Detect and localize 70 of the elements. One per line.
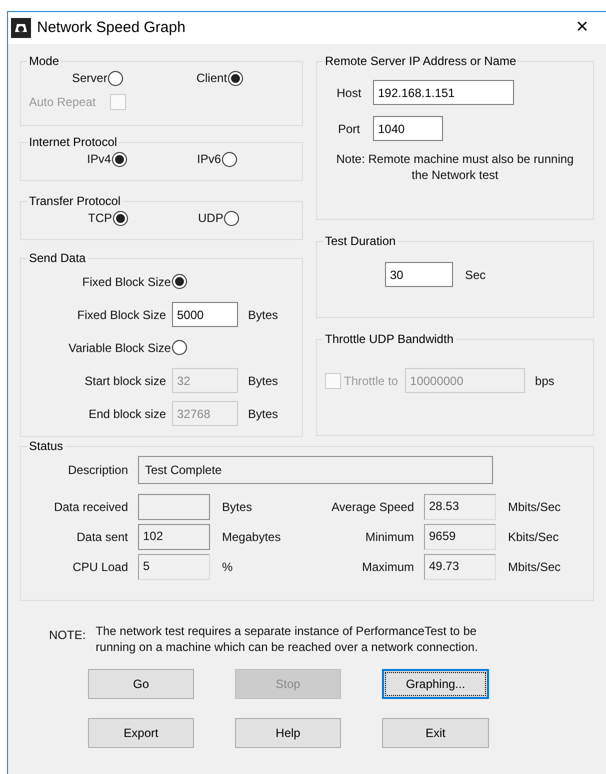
option-label: Server: [72, 70, 108, 87]
option-label: IPv4: [87, 151, 112, 168]
unit-label: Mbits/Sec: [508, 559, 561, 576]
group-title: Send Data: [28, 251, 87, 265]
unit-label: Bytes: [222, 499, 252, 516]
field-label: Port: [336, 120, 361, 138]
radio-button[interactable]: [112, 152, 128, 166]
field-label: Host: [336, 84, 362, 102]
radio-button[interactable]: [108, 70, 124, 86]
input-field[interactable]: 1040: [372, 116, 443, 141]
note-text: Note: Remote machine must also be running the Network test: [335, 151, 575, 183]
option-label: Fixed Block Size: [82, 274, 171, 290]
radio-button[interactable]: [172, 274, 187, 289]
field-label: Data sent: [76, 529, 129, 546]
dialog-button[interactable]: Help: [235, 718, 341, 748]
group-title: Status: [28, 439, 64, 453]
unit-label: Bytes: [248, 406, 278, 422]
readout-field: 102: [138, 524, 210, 550]
unit-label: Bytes: [248, 306, 278, 324]
dialog-button[interactable]: Export: [88, 718, 194, 748]
radio-button[interactable]: [172, 340, 187, 355]
field-label: Description: [66, 462, 129, 479]
readout-field: 49.73: [424, 554, 496, 580]
radio-button[interactable]: [222, 152, 238, 166]
checkbox-label: Throttle to: [344, 372, 398, 390]
dialog-button[interactable]: Exit: [382, 718, 489, 748]
option-label: Variable Block Size: [68, 340, 171, 356]
note-text: The network test requires a separate instance of PerformanceTest to be running on a machine which can be reached over a network connection.: [96, 623, 479, 655]
option-label: UDP: [198, 210, 224, 227]
group-title: Remote Server IP Address or Name: [324, 54, 518, 68]
unit-label: Megabytes: [222, 529, 281, 546]
option-label: IPv6: [197, 151, 222, 168]
field-label: Average Speed: [330, 499, 415, 516]
radio-button[interactable]: [224, 210, 240, 226]
readout-field: 9659: [424, 524, 496, 550]
field-label: Maximum: [360, 559, 415, 576]
unit-label: Sec: [464, 266, 486, 284]
input-field[interactable]: 5000: [172, 302, 238, 327]
unit-label: Bytes: [248, 372, 278, 390]
group-title: Internet Protocol: [28, 135, 118, 149]
field-label: Fixed Block Size: [76, 306, 167, 324]
field-label: Minimum: [364, 529, 415, 546]
option-label: TCP: [88, 210, 112, 227]
input-field[interactable]: 30: [384, 262, 453, 287]
radio-button[interactable]: [113, 210, 128, 226]
app-icon: [11, 18, 31, 38]
unit-label: Kbits/Sec: [508, 529, 559, 546]
unit-label: bps: [535, 372, 554, 390]
group-title: Test Duration: [324, 234, 397, 248]
group-title: Throttle UDP Bandwidth: [324, 332, 454, 346]
checkbox-label: Auto Repeat: [29, 94, 96, 111]
dialog-button[interactable]: Graphing...: [382, 669, 489, 699]
readout-field: 28.53: [424, 494, 496, 520]
option-label: Client: [196, 70, 228, 87]
window-title: Network Speed Graph: [37, 18, 186, 38]
dialog-button[interactable]: Go: [88, 669, 194, 699]
readout-field: 5: [138, 554, 210, 580]
field-label: Start block size: [84, 372, 167, 390]
group-title: Mode: [28, 54, 60, 68]
field-label: Data received: [52, 499, 129, 516]
field-label: CPU Load: [72, 559, 129, 576]
close-button[interactable]: ✕: [567, 16, 597, 40]
note-label: NOTE:: [49, 627, 86, 644]
description-field: Test Complete: [138, 456, 493, 484]
field-label: End block size: [88, 406, 167, 422]
unit-label: Mbits/Sec: [508, 499, 561, 516]
unit-label: %: [222, 559, 233, 576]
input-field[interactable]: 192.168.1.151: [372, 80, 514, 105]
group-title: Transfer Protocol: [28, 194, 122, 208]
radio-button[interactable]: [228, 70, 244, 86]
